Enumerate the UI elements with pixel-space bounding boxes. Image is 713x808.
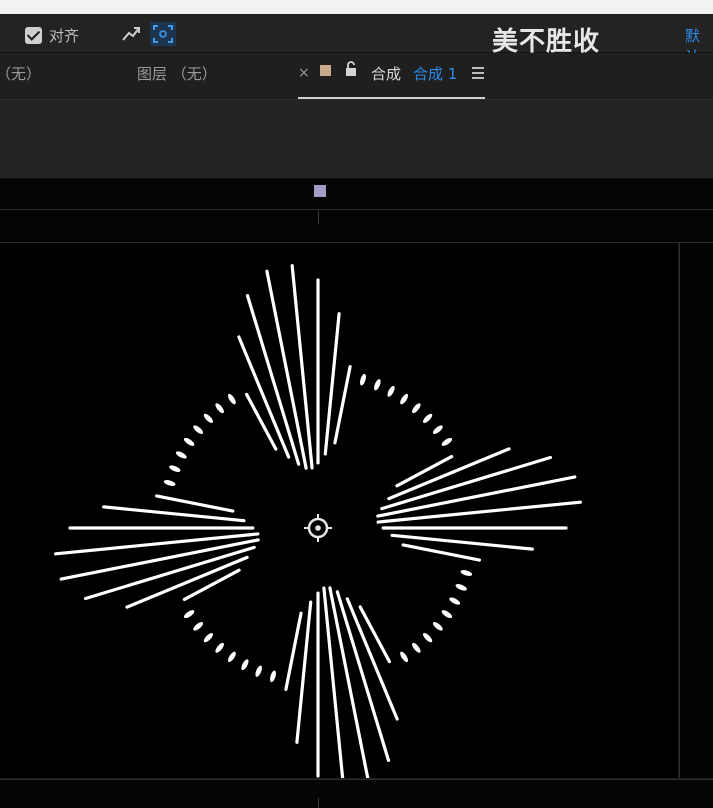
flowchart-strip: [0, 210, 713, 243]
arrow-snap-icon[interactable]: [120, 24, 142, 44]
anchor-crosshair-icon[interactable]: [0, 243, 678, 778]
current-time-indicator[interactable]: [314, 185, 326, 197]
comp-name-dropdown[interactable]: 合成 1: [413, 63, 457, 84]
viewer-bottom-bar: [0, 779, 713, 808]
time-ruler[interactable]: [0, 179, 713, 210]
layer-tab[interactable]: 图层 （无）: [137, 63, 217, 84]
composition-viewer[interactable]: [0, 243, 678, 778]
snap-checkbox[interactable]: [25, 27, 42, 44]
panel-tabs: （无） 图层 （无） × 合成 合成 1: [0, 53, 713, 100]
lock-icon[interactable]: [345, 61, 357, 81]
close-tab-icon[interactable]: ×: [298, 65, 310, 81]
viewer-side-panel: [679, 243, 713, 778]
comp-color-swatch: [320, 65, 331, 76]
snap-label: 对齐: [49, 27, 80, 45]
composition-tab[interactable]: × 合成 合成 1: [298, 61, 485, 91]
target-frame-icon[interactable]: [150, 22, 176, 46]
hamburger-menu-icon[interactable]: [472, 67, 484, 82]
composition-navigator: [0, 100, 713, 179]
comp-tab-title: 合成: [371, 65, 402, 83]
ruler-tick: [318, 210, 319, 224]
top-toolbar: 对齐 美不胜收 默认: [0, 14, 713, 66]
footage-tab[interactable]: （无）: [0, 63, 41, 84]
after-effects-window: 对齐 美不胜收 默认 （无） 图层 （无） ×: [0, 14, 713, 808]
active-tab-underline: [298, 97, 485, 99]
